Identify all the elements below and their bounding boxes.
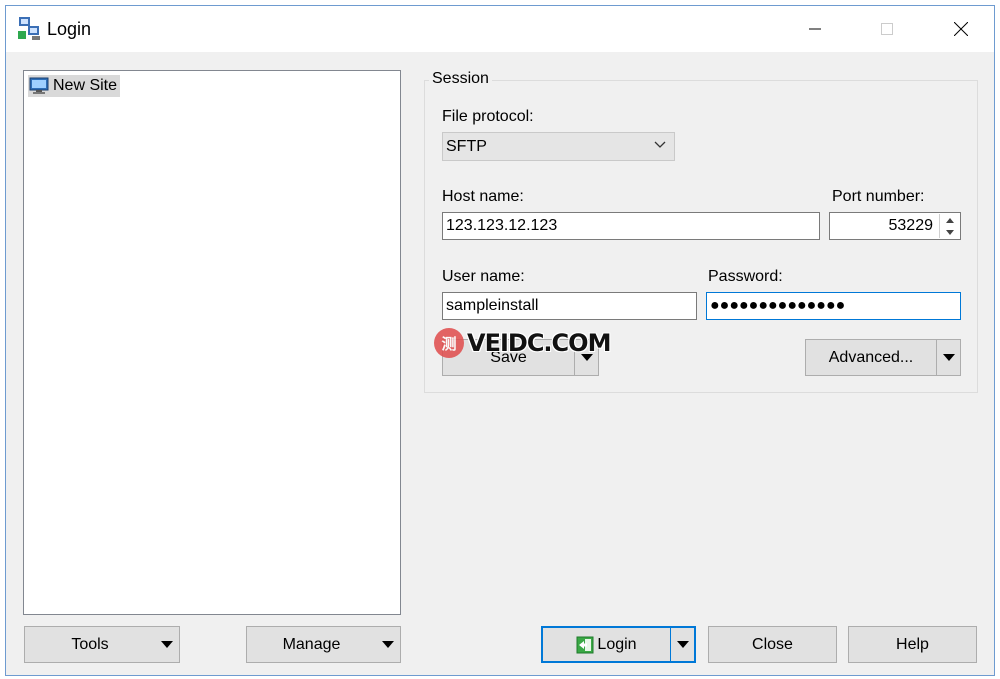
tree-item-new-site[interactable]: New Site [28,75,121,97]
advanced-label: Advanced... [828,348,914,366]
password-field[interactable]: ●●●●●●●●●●●●●● [706,292,961,320]
chevron-down-icon [654,141,666,148]
tree-item-label: New Site [53,77,118,94]
tools-label: Tools [71,635,109,653]
caret-down-icon [942,354,955,361]
minimize-button[interactable] [792,6,838,52]
close-button[interactable]: Close [708,626,837,663]
caret-down-icon [382,641,394,648]
port-spinner[interactable] [939,214,959,238]
session-legend: Session [429,70,492,88]
arrow-up-icon [945,217,954,223]
login-icon [576,636,594,653]
login-content: Login [576,635,637,654]
help-label: Help [896,635,929,653]
save-button[interactable]: Save [442,339,599,376]
password-label: Password: [708,268,783,285]
user-name-value: sampleinstall [446,297,539,314]
advanced-button[interactable]: Advanced... [805,339,961,376]
minimize-icon [809,28,821,30]
arrow-down-icon [945,229,954,235]
monitor-icon [29,77,49,94]
caret-down-icon [676,641,689,648]
close-window-button[interactable] [938,6,984,52]
login-window: Login New Site Session File protocol: SF… [5,5,995,676]
user-name-label: User name: [442,268,525,285]
file-protocol-value: SFTP [446,137,487,155]
caret-down-icon [161,641,173,648]
save-label: Save [490,348,527,366]
host-name-value: 123.123.12.123 [446,217,558,234]
tools-dropdown[interactable] [155,627,179,662]
title-bar: Login [6,6,994,52]
maximize-icon [881,23,893,35]
port-number-value: 53229 [888,217,934,234]
port-number-field[interactable]: 53229 [829,212,961,240]
manage-label: Manage [282,635,341,653]
spin-down-button[interactable] [940,226,959,238]
file-protocol-select[interactable]: SFTP [442,132,675,161]
manage-dropdown[interactable] [376,627,400,662]
port-number-label: Port number: [832,188,925,205]
file-protocol-label: File protocol: [442,108,534,125]
close-label: Close [752,635,793,653]
help-button[interactable]: Help [848,626,977,663]
window-title: Login [47,19,92,39]
close-icon [954,22,968,36]
login-label: Login [597,635,637,653]
login-dropdown-button[interactable] [670,628,694,661]
save-dropdown-button[interactable] [574,340,598,375]
login-button[interactable]: Login [541,626,696,663]
maximize-button[interactable] [864,6,910,52]
manage-button[interactable]: Manage [246,626,401,663]
password-value: ●●●●●●●●●●●●●● [710,297,846,314]
caret-down-icon [580,354,593,361]
spin-up-button[interactable] [940,214,959,226]
advanced-dropdown-button[interactable] [936,340,960,375]
user-name-field[interactable]: sampleinstall [442,292,697,320]
tools-button[interactable]: Tools [24,626,180,663]
app-icon [18,17,40,40]
site-tree[interactable]: New Site [23,70,401,615]
host-name-label: Host name: [442,188,524,205]
host-name-field[interactable]: 123.123.12.123 [442,212,820,240]
